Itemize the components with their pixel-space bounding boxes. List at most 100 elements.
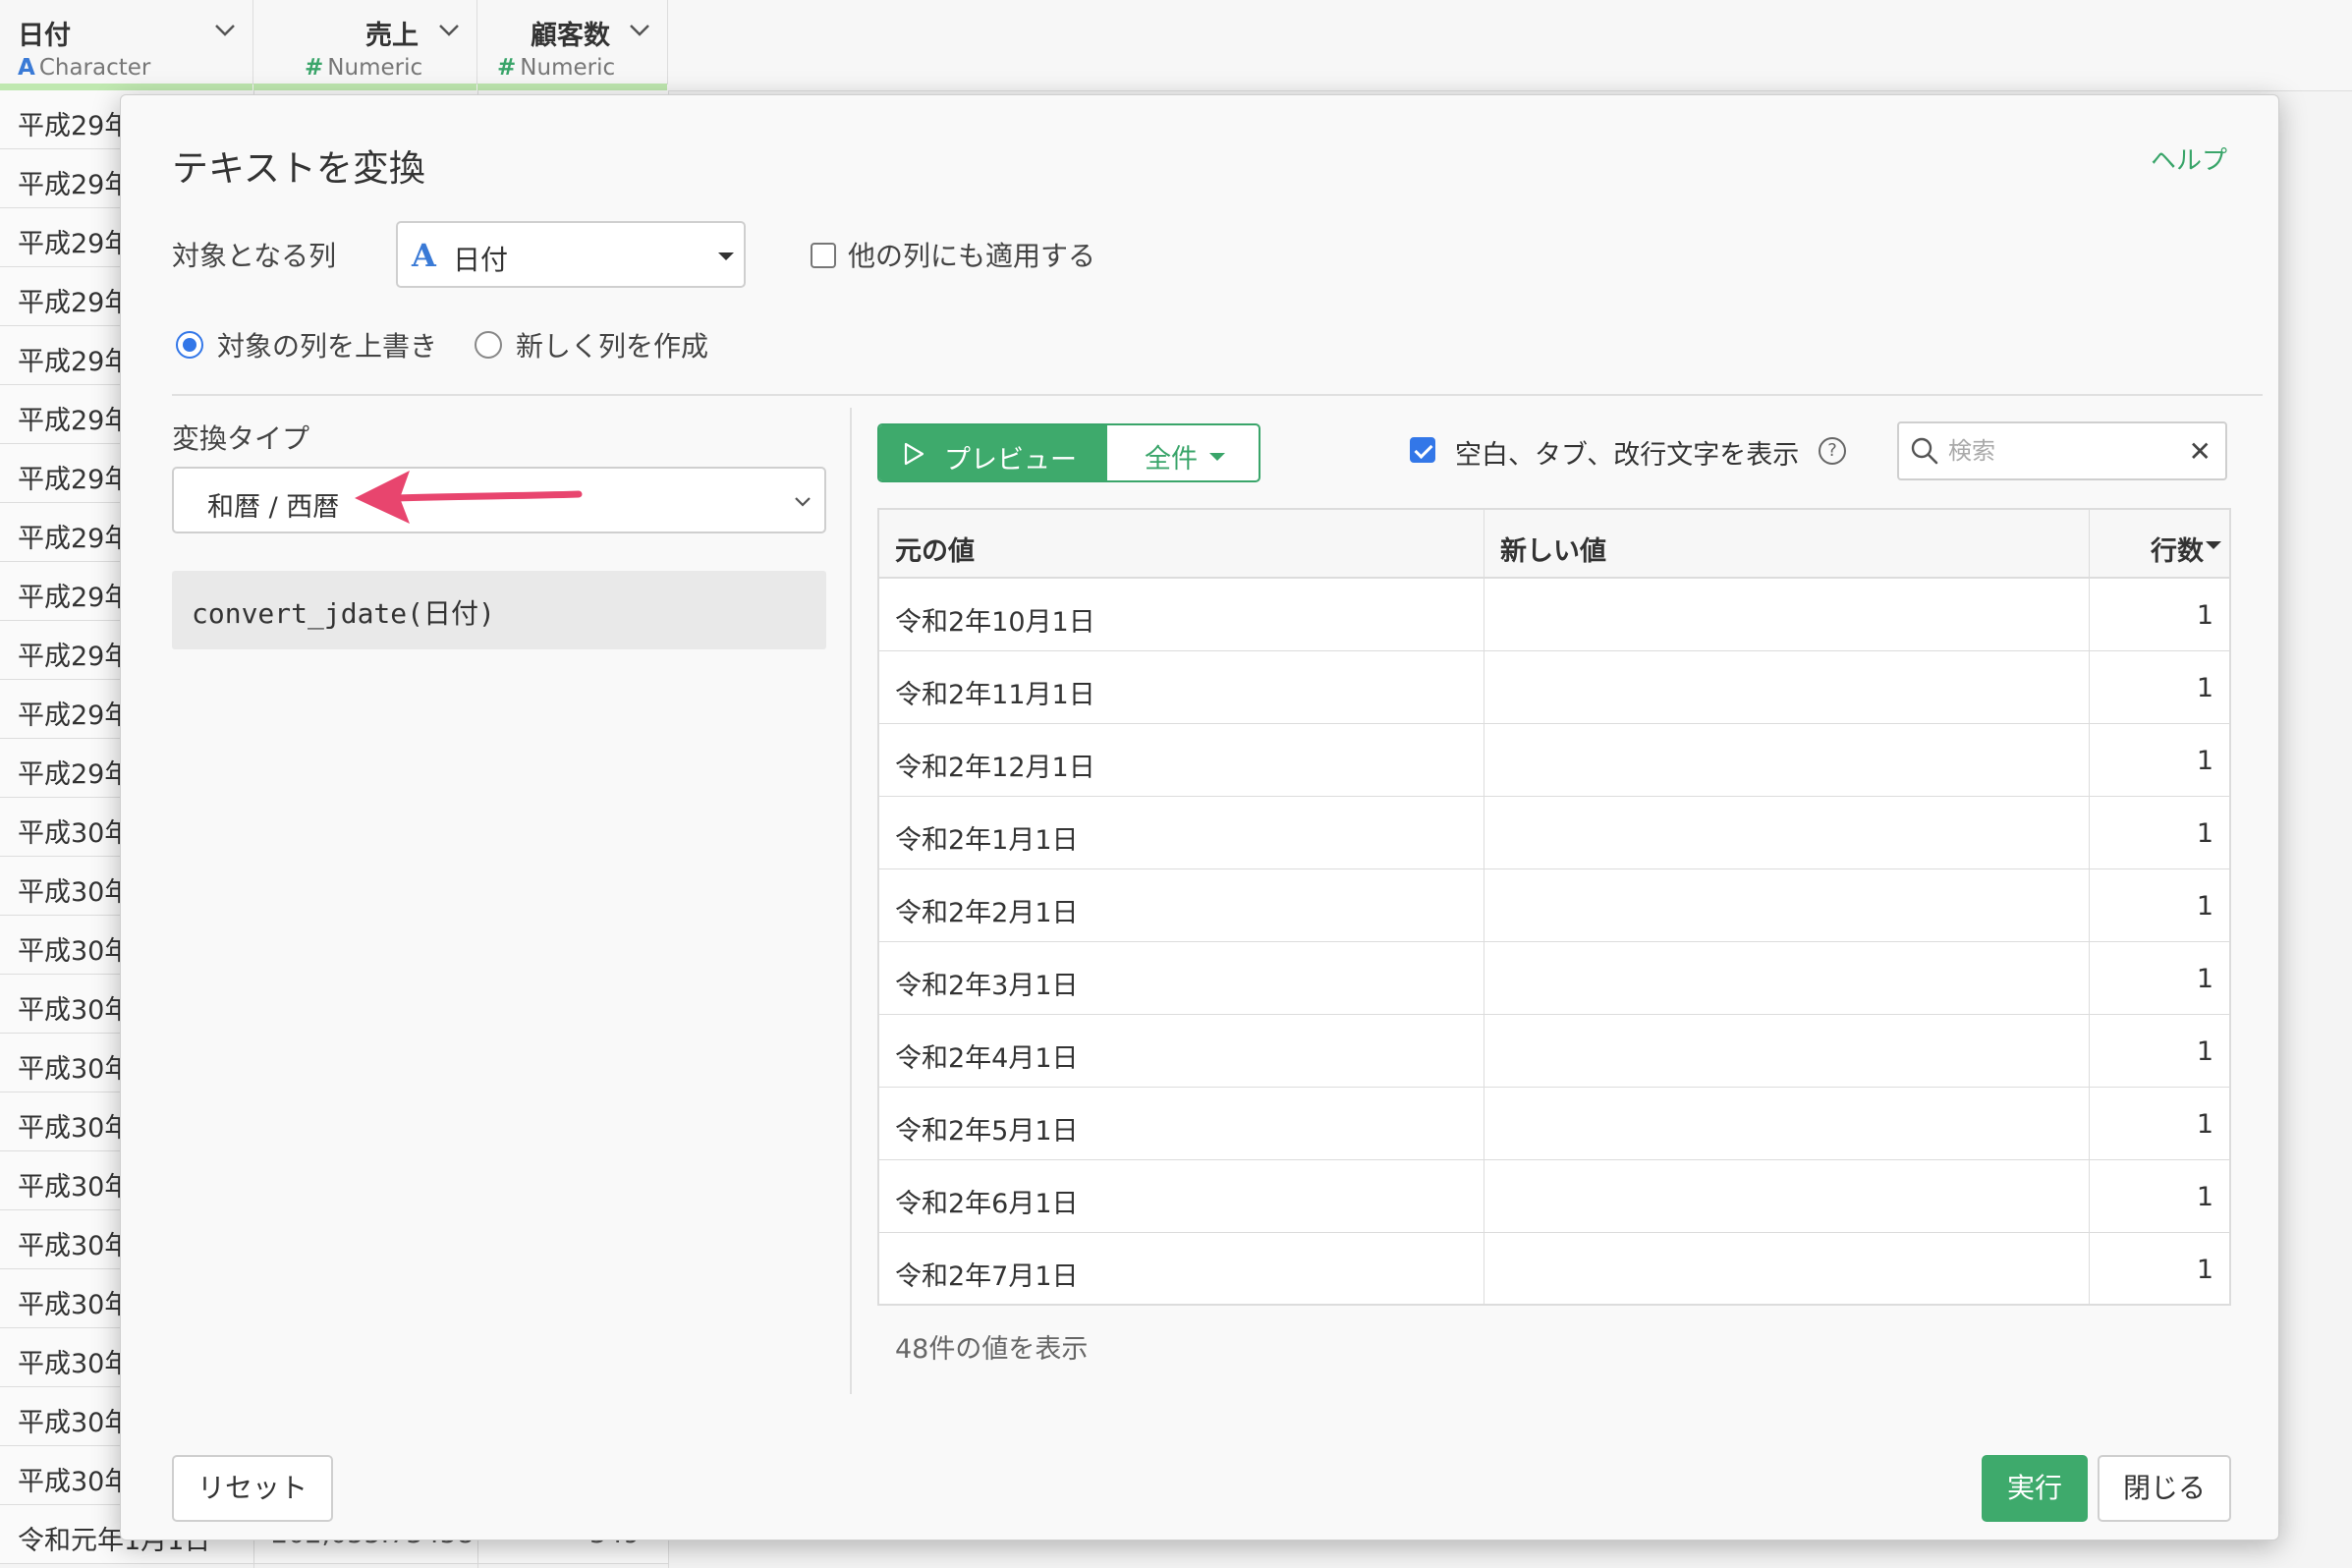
table-row[interactable]: 令和2年6月1日 1 xyxy=(879,1160,2229,1233)
table-row[interactable]: 令和2年2月1日 1 xyxy=(879,869,2229,942)
table-cell: 平成29年 xyxy=(18,759,132,790)
row-count-cell: 1 xyxy=(2090,1088,2229,1159)
original-value-cell: 令和2年12月1日 xyxy=(879,724,1484,796)
character-type-icon: A xyxy=(18,55,35,81)
table-cell: 平成30年 xyxy=(18,936,132,967)
column-header-sales[interactable]: 売上 # Numeric xyxy=(253,0,477,90)
cell-text: 1 xyxy=(2196,746,2213,776)
table-cell: 平成30年 xyxy=(18,1349,132,1379)
table-cell: 平成29年 xyxy=(18,642,132,672)
cell-text: 1 xyxy=(2196,1255,2213,1285)
target-column-label: 対象となる列 xyxy=(172,240,337,272)
original-value-cell: 令和2年5月1日 xyxy=(879,1088,1484,1159)
overwrite-radio[interactable] xyxy=(176,331,203,359)
header-original-value[interactable]: 元の値 xyxy=(879,510,1484,577)
column-name: 売上 xyxy=(365,21,419,51)
numeric-type-icon: # xyxy=(497,55,517,81)
search-box: ✕ xyxy=(1897,421,2227,480)
row-count-cell: 1 xyxy=(2090,724,2229,796)
cell-text: 令和2年3月1日 xyxy=(895,971,1079,1001)
original-value-cell: 令和2年11月1日 xyxy=(879,651,1484,723)
all-rows-dropdown[interactable]: 全件 xyxy=(1107,425,1259,480)
target-column-select[interactable]: A 日付 xyxy=(396,221,746,288)
column-type-label: Numeric xyxy=(520,55,616,81)
question-help-icon[interactable]: ? xyxy=(1819,437,1846,465)
table-cell: 平成30年 xyxy=(18,818,132,849)
divider xyxy=(172,394,2263,396)
run-button[interactable]: 実行 xyxy=(1982,1455,2088,1522)
table-row[interactable]: 令和2年5月1日 1 xyxy=(879,1088,2229,1160)
preview-table: 元の値 新しい値 行数 令和2年10月1日 1 令和2年11月1日 1 令和2年12月1… xyxy=(877,508,2231,1306)
overwrite-label[interactable]: 対象の列を上書き xyxy=(217,325,437,364)
row-count-cell: 1 xyxy=(2090,1233,2229,1305)
sort-caret-icon xyxy=(2206,541,2221,549)
close-button[interactable]: 閉じる xyxy=(2098,1455,2231,1522)
new-column-label[interactable]: 新しく列を作成 xyxy=(516,325,708,364)
table-row[interactable]: 令和2年3月1日 1 xyxy=(879,942,2229,1015)
convert-text-dialog: テキストを変換 ヘルプ 対象となる列 A 日付 他の列にも適用する 対象の列を上… xyxy=(120,94,2279,1540)
search-icon xyxy=(1911,437,1938,465)
column-name: 顧客数 xyxy=(531,21,610,51)
apply-other-columns-label[interactable]: 他の列にも適用する xyxy=(848,235,1095,274)
table-cell: 平成29年 xyxy=(18,406,132,436)
show-whitespace-checkbox[interactable] xyxy=(1410,437,1435,463)
new-value-cell xyxy=(1484,1160,2090,1232)
apply-other-columns-checkbox[interactable] xyxy=(811,243,836,268)
original-value-cell: 令和2年3月1日 xyxy=(879,942,1484,1014)
original-value-cell: 令和2年4月1日 xyxy=(879,1015,1484,1087)
cell-text: 1 xyxy=(2196,818,2213,849)
expression-box: convert_jdate(日付) xyxy=(172,571,826,649)
show-whitespace-label[interactable]: 空白、タブ、改行文字を表示 xyxy=(1455,433,1799,472)
table-row[interactable]: 令和2年12月1日 1 xyxy=(879,724,2229,797)
column-type-label: Numeric xyxy=(327,55,423,81)
cell-text: 1 xyxy=(2196,1109,2213,1140)
table-cell: 平成30年 xyxy=(18,995,132,1026)
table-row[interactable]: 令和2年1月1日 1 xyxy=(879,797,2229,869)
row-count-cell: 1 xyxy=(2090,579,2229,650)
column-quality-bar xyxy=(477,84,667,90)
table-cell: 平成29年 xyxy=(18,288,132,318)
column-header-date[interactable]: 日付 A Character xyxy=(0,0,253,90)
original-value-cell: 令和2年1月1日 xyxy=(879,797,1484,868)
expression-code: convert_jdate(日付) xyxy=(192,597,495,630)
new-value-cell xyxy=(1484,724,2090,796)
table-cell: 平成29年 xyxy=(18,229,132,259)
help-link[interactable]: ヘルプ xyxy=(2151,140,2227,177)
new-value-cell xyxy=(1484,942,2090,1014)
header-new-value[interactable]: 新しい値 xyxy=(1484,510,2090,577)
cell-text: 令和2年2月1日 xyxy=(895,898,1079,928)
header-label: 元の値 xyxy=(895,536,975,567)
table-row[interactable]: 令和2年7月1日 1 xyxy=(879,1233,2229,1306)
new-value-cell xyxy=(1484,797,2090,868)
play-icon xyxy=(904,442,924,466)
column-type: # Numeric xyxy=(497,55,615,81)
column-header-customers[interactable]: 顧客数 # Numeric xyxy=(477,0,668,90)
column-type: A Character xyxy=(18,55,150,81)
preview-button[interactable]: プレビュー xyxy=(879,425,1107,480)
new-column-radio[interactable] xyxy=(475,331,502,359)
reset-button[interactable]: リセット xyxy=(172,1455,333,1522)
cell-text: 1 xyxy=(2196,600,2213,631)
table-row[interactable]: 令和2年4月1日 1 xyxy=(879,1015,2229,1088)
caret-down-icon xyxy=(1209,453,1225,461)
column-type: # Numeric xyxy=(305,55,422,81)
cell-text: 1 xyxy=(2196,964,2213,994)
clear-search-icon[interactable]: ✕ xyxy=(2189,435,2212,468)
caret-down-icon xyxy=(718,252,734,260)
chevron-down-icon[interactable] xyxy=(434,16,464,45)
preview-button-label: プレビュー xyxy=(944,445,1077,476)
chevron-down-icon[interactable] xyxy=(625,16,654,45)
table-cell: 平成29年 xyxy=(18,111,132,141)
row-count-cell: 1 xyxy=(2090,869,2229,941)
table-cell: 平成30年 xyxy=(18,1113,132,1144)
chevron-down-icon[interactable] xyxy=(210,16,240,45)
header-row-count[interactable]: 行数 xyxy=(2090,510,2229,577)
search-input[interactable] xyxy=(1946,433,2172,469)
table-cell: 平成29年 xyxy=(18,347,132,377)
table-cell: 平成29年 xyxy=(18,700,132,731)
table-row[interactable]: 令和2年10月1日 1 xyxy=(879,579,2229,651)
table-row[interactable]: 令和2年11月1日 1 xyxy=(879,651,2229,724)
table-cell: 平成30年 xyxy=(18,1467,132,1497)
table-cell: 平成30年 xyxy=(18,1054,132,1085)
row-count-cell: 1 xyxy=(2090,942,2229,1014)
